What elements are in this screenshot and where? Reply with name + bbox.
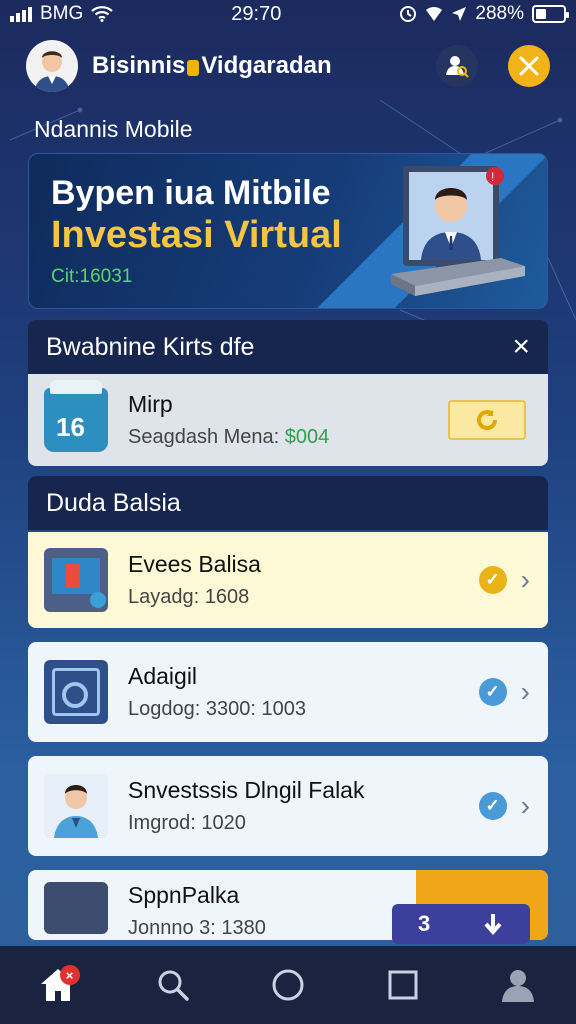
alarm-icon xyxy=(400,6,417,22)
section-label: Ndannis Mobile xyxy=(34,116,193,142)
featured-card-subtitle: Seagdash Mena: xyxy=(128,426,285,448)
close-icon[interactable]: × xyxy=(512,330,530,364)
hero-line2: Investasi Virtual xyxy=(51,214,342,256)
lock-icon xyxy=(187,60,200,76)
list-item[interactable]: Snvestssis Dlngil Falak Imgrod: 1020 ✓ › xyxy=(28,756,548,856)
hero-line1: Bypen iua Mitbile xyxy=(51,174,331,212)
bottom-nav: × xyxy=(0,946,576,1024)
list-item-subtitle: Layadg: 1608 xyxy=(128,586,250,608)
floating-action-bar[interactable]: 3 xyxy=(392,904,530,944)
location-icon xyxy=(452,7,467,21)
wallet-coins-icon xyxy=(44,882,108,934)
battery-percent: 288% xyxy=(475,3,524,24)
battery-icon xyxy=(531,5,569,23)
investor-avatar-icon xyxy=(44,774,108,838)
nav-home[interactable]: × xyxy=(34,961,82,1009)
wifi-signal-icon xyxy=(426,6,443,21)
nav-profile[interactable] xyxy=(494,961,542,1009)
check-icon: ✓ xyxy=(478,566,507,594)
check-icon: ✓ xyxy=(478,678,507,706)
businessman-laptop-illustration: ! xyxy=(391,166,525,296)
panel-header-1: Bwabnine Kirts dfe × xyxy=(28,320,548,374)
monitor-chart-icon xyxy=(44,548,108,612)
square-icon xyxy=(388,970,418,1000)
refresh-button[interactable] xyxy=(448,400,526,440)
user-search-icon xyxy=(446,56,469,78)
coin-bucket-icon-label: 16 xyxy=(56,412,85,442)
list-item[interactable]: Adaigil Logdog: 3300: 1003 ✓ › xyxy=(28,642,548,742)
hero-meta: Cit:16031 xyxy=(51,266,133,287)
check-icon: ✓ xyxy=(478,792,507,820)
panel-header-2: Duda Balsia xyxy=(28,476,548,530)
carrier-label: BMG xyxy=(40,3,84,24)
panel-title-2: Duda Balsia xyxy=(46,488,181,517)
featured-card-title: Mirp xyxy=(128,391,173,417)
list-item-subtitle: Logdog: 3300: 1003 xyxy=(128,698,306,720)
status-time: 29:70 xyxy=(231,2,282,25)
tools-button[interactable] xyxy=(508,45,550,87)
list-item-title: Snvestssis Dlngil Falak xyxy=(128,777,365,803)
app-title-part1: Bisinnis xyxy=(92,52,186,79)
list-item-title: Evees Balisa xyxy=(128,551,261,577)
float-button-label: 3 xyxy=(417,911,431,936)
tools-icon xyxy=(519,56,539,76)
nav-search[interactable] xyxy=(149,961,197,1009)
refresh-icon xyxy=(477,410,498,430)
status-bar: BMG 29:70 288% xyxy=(0,0,576,28)
list-item-title: Adaigil xyxy=(128,663,198,689)
wifi-icon xyxy=(91,6,114,22)
nav-circle[interactable] xyxy=(264,961,312,1009)
list-item[interactable]: Evees Balisa Layadg: 1608 ✓ › xyxy=(28,532,548,628)
nav-square[interactable] xyxy=(379,961,427,1009)
app-title-part2: Vidgaradan xyxy=(201,52,332,79)
arrow-down-icon xyxy=(484,914,502,936)
signal-icon xyxy=(10,6,32,22)
user-search-button[interactable] xyxy=(436,45,478,87)
coin-bucket-icon: 16 xyxy=(44,380,108,452)
app-header: Bisinnis Vidgaradan xyxy=(0,34,576,98)
app-title: Bisinnis Vidgaradan xyxy=(92,52,406,80)
profile-icon xyxy=(502,970,535,1002)
hero-banner[interactable]: Bypen iua Mitbile Investasi Virtual Cit:… xyxy=(28,153,548,309)
featured-card[interactable]: 16 Mirp Seagdash Mena: $004 xyxy=(28,374,548,466)
avatar[interactable] xyxy=(26,40,78,92)
svg-text:!: ! xyxy=(491,170,494,184)
list-item-subtitle: Imgrod: 1020 xyxy=(128,812,246,834)
chevron-right-icon[interactable]: › xyxy=(521,676,530,708)
circle-icon xyxy=(272,969,304,1001)
chevron-right-icon[interactable]: › xyxy=(521,564,530,596)
chevron-right-icon[interactable]: › xyxy=(521,790,530,822)
notification-badge-icon: × xyxy=(59,965,80,985)
search-icon xyxy=(158,970,189,1001)
panel-title-1: Bwabnine Kirts dfe xyxy=(46,332,255,361)
safe-icon xyxy=(44,660,108,724)
featured-card-value: $004 xyxy=(284,426,330,448)
